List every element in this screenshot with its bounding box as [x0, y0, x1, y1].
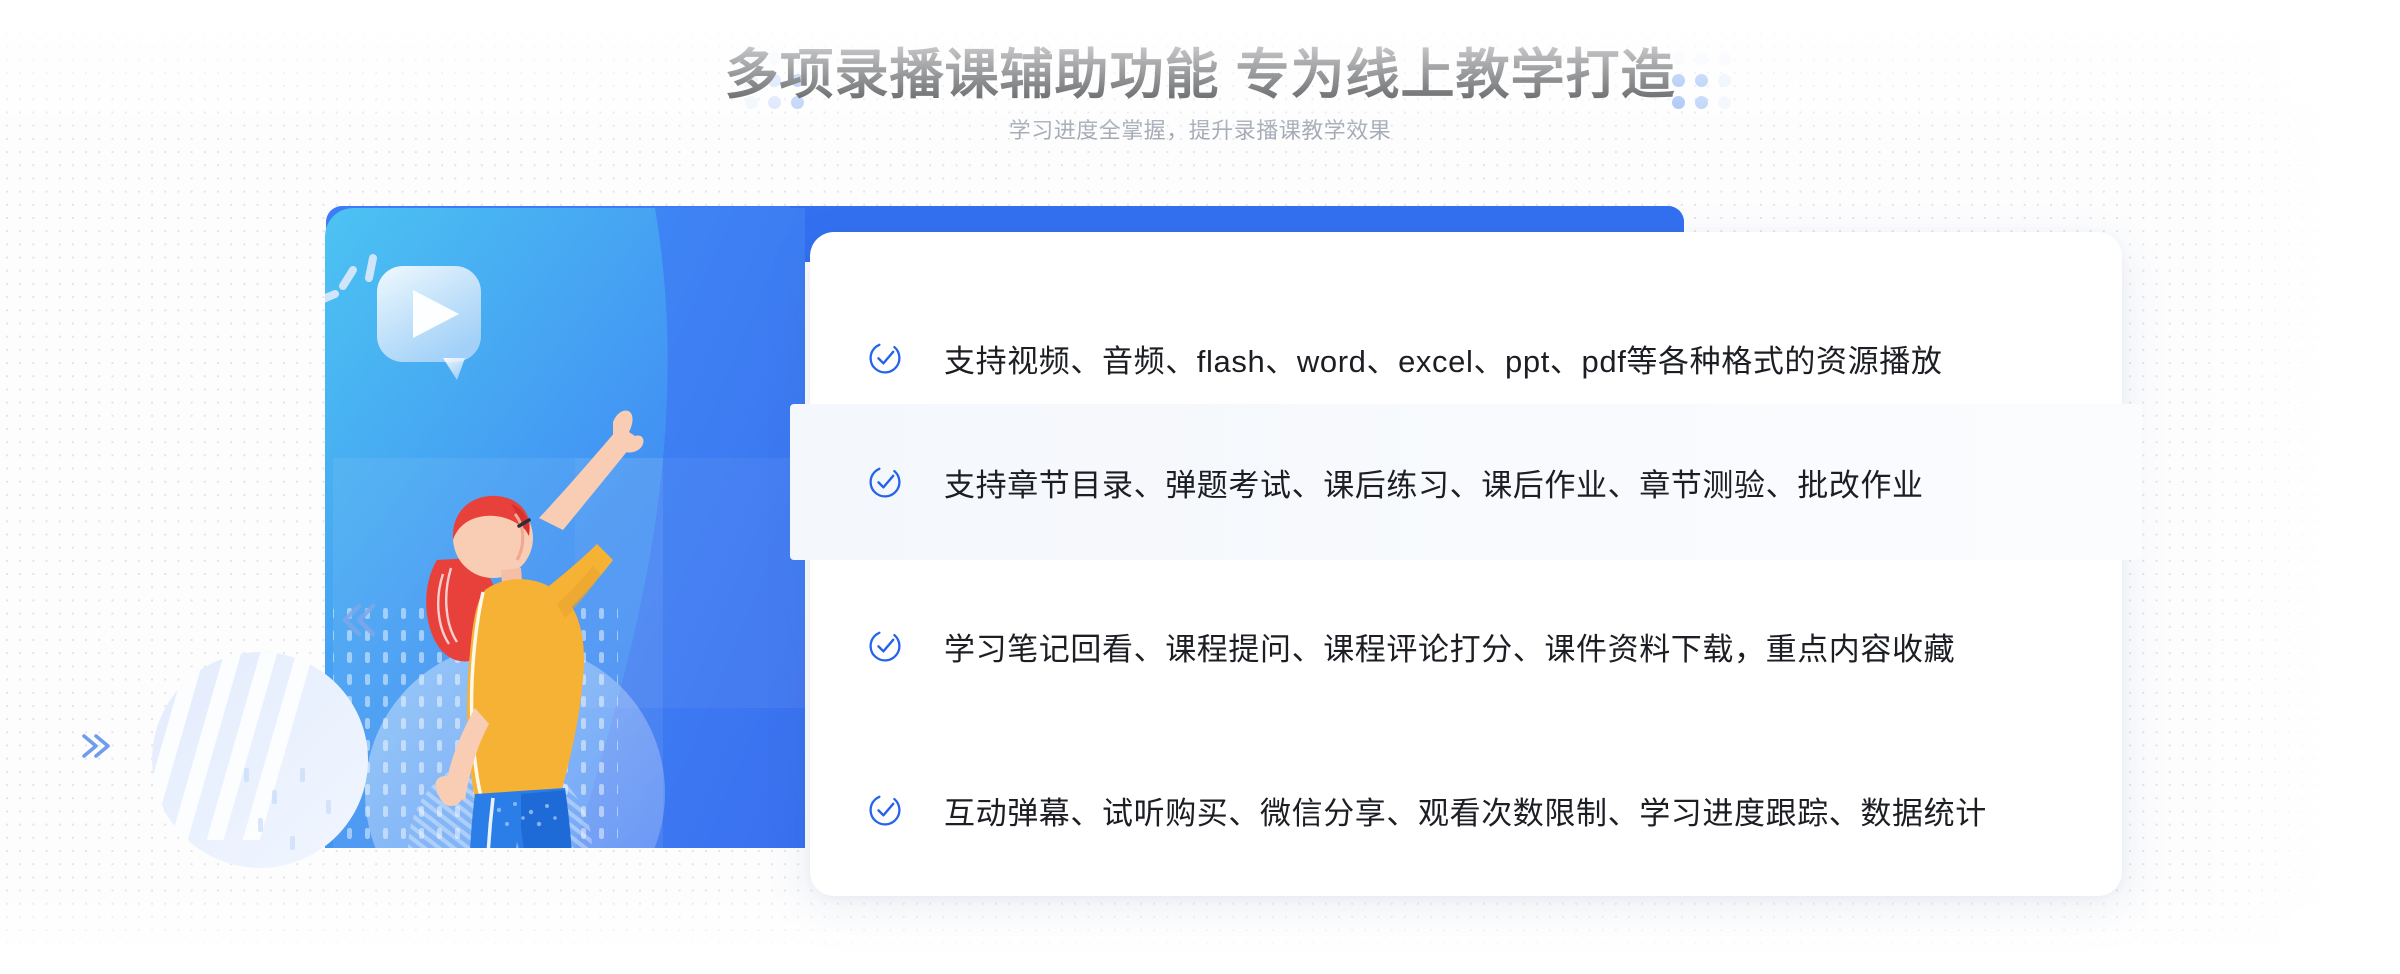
- feature-text: 支持视频、音频、flash、word、excel、ppt、pdf等各种格式的资源…: [944, 343, 1943, 379]
- check-circle-icon: [869, 342, 901, 374]
- feature-text: 支持章节目录、弹题考试、课后练习、课后作业、章节测验、批改作业: [944, 467, 1924, 503]
- list-item[interactable]: 支持章节目录、弹题考试、课后练习、课后作业、章节测验、批改作业: [810, 404, 2122, 560]
- list-item[interactable]: 互动弹幕、试听购买、微信分享、观看次数限制、学习进度跟踪、数据统计: [810, 732, 2122, 888]
- feature-text: 学习笔记回看、课程提问、课程评论打分、课件资料下载，重点内容收藏: [944, 631, 1956, 667]
- feature-list: 支持视频、音频、flash、word、excel、ppt、pdf等各种格式的资源…: [810, 232, 2122, 896]
- chevron-right-icon: [82, 734, 110, 758]
- check-circle-icon: [869, 630, 901, 662]
- check-circle-icon: [869, 466, 901, 498]
- list-item[interactable]: 学习笔记回看、课程提问、课程评论打分、课件资料下载，重点内容收藏: [810, 568, 2122, 724]
- page-title: 多项录播课辅助功能 专为线上教学打造: [724, 45, 1676, 105]
- page-root: 多项录播课辅助功能 专为线上教学打造 学习进度全掌握，提升录播课教学效果 支持视…: [0, 0, 2400, 974]
- decorative-striped-circle: [152, 652, 368, 868]
- page-header: 多项录播课辅助功能 专为线上教学打造 学习进度全掌握，提升录播课教学效果: [0, 0, 2400, 160]
- check-circle-icon: [869, 794, 901, 826]
- page-subtitle: 学习进度全掌握，提升录播课教学效果: [1008, 118, 1392, 143]
- feature-text: 互动弹幕、试听购买、微信分享、观看次数限制、学习进度跟踪、数据统计: [944, 795, 1987, 831]
